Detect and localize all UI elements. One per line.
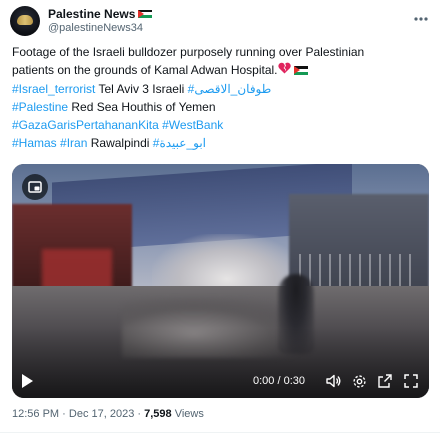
- hashtag-al-aqsa-flood[interactable]: #طوفان_الاقصى: [188, 82, 272, 96]
- palestine-flag-icon: [138, 9, 153, 19]
- display-name[interactable]: Palestine News: [48, 7, 135, 21]
- tweet-line-4-text: Red Sea Houthis of Yemen: [71, 99, 216, 114]
- meta-separator: ·: [62, 408, 66, 420]
- hashtag-israel-terrorist[interactable]: #Israel_terrorist: [12, 82, 95, 96]
- hashtag-iran[interactable]: #Iran: [60, 136, 87, 150]
- tweet-line-3-text: Tel Aviv 3 Israeli: [98, 81, 185, 96]
- tweet-text: Footage of the Israeli bulldozer purpose…: [12, 43, 432, 152]
- hashtag-abu-ubaida[interactable]: #ابو_عبيدة: [153, 136, 206, 150]
- tweet-line-6: #Hamas #Iran Rawalpindi #ابو_عبيدة: [12, 134, 432, 152]
- tweet-time[interactable]: 12:56 PM: [12, 408, 59, 420]
- palestine-flag-icon: [293, 66, 308, 76]
- hashtag-westbank[interactable]: #WestBank: [162, 118, 223, 132]
- volume-icon[interactable]: [325, 373, 341, 389]
- avatar[interactable]: [10, 6, 40, 36]
- fullscreen-icon[interactable]: [403, 373, 419, 389]
- hashtag-palestine[interactable]: #Palestine: [12, 100, 68, 114]
- tweet-line-5: #GazaGarisPertahananKita #WestBank: [12, 116, 432, 134]
- tweet-card: Palestine News @palestineNews34 Footage …: [0, 0, 440, 433]
- picture-in-picture-icon[interactable]: [22, 174, 48, 200]
- tweet-meta: 12:56 PM · Dec 17, 2023 · 7,598 Views: [12, 408, 204, 420]
- display-name-row: Palestine News: [48, 7, 153, 21]
- tweet-date[interactable]: Dec 17, 2023: [69, 408, 134, 420]
- tweet-header: Palestine News @palestineNews34: [10, 6, 153, 36]
- tweet-line-4: #Palestine Red Sea Houthis of Yemen: [12, 98, 432, 116]
- settings-icon[interactable]: [351, 373, 367, 389]
- tweet-line-2: patients on the grounds of Kamal Adwan H…: [12, 61, 432, 80]
- tweet-line-3: #Israel_terrorist Tel Aviv 3 Israeli #طو…: [12, 80, 432, 98]
- tweet-line-1: Footage of the Israeli bulldozer purpose…: [12, 43, 432, 61]
- hashtag-gaza-garis[interactable]: #GazaGarisPertahananKita: [12, 118, 159, 132]
- avatar-logo: [17, 15, 33, 25]
- video-player[interactable]: 0:00 / 0:30: [12, 164, 429, 398]
- author-names: Palestine News @palestineNews34: [48, 7, 153, 35]
- video-time: 0:00 / 0:30: [253, 375, 305, 387]
- broken-heart-icon: [277, 62, 291, 80]
- author-handle[interactable]: @palestineNews34: [48, 21, 152, 35]
- video-controls: 0:00 / 0:30: [12, 364, 429, 398]
- video-frame: [12, 164, 429, 398]
- views-label: Views: [174, 408, 204, 420]
- more-options-icon[interactable]: [414, 12, 428, 22]
- popout-icon[interactable]: [377, 373, 393, 389]
- views-count: 7,598: [144, 408, 172, 420]
- tweet-line-1-text: Footage of the Israeli bulldozer purpose…: [12, 45, 365, 59]
- tweet-line-2-text: patients on the grounds of Kamal Adwan H…: [12, 63, 278, 77]
- hashtag-hamas[interactable]: #Hamas: [12, 136, 57, 150]
- meta-separator: ·: [137, 408, 142, 420]
- play-icon[interactable]: [22, 374, 33, 388]
- tweet-line-6-text: Rawalpindi: [90, 135, 150, 150]
